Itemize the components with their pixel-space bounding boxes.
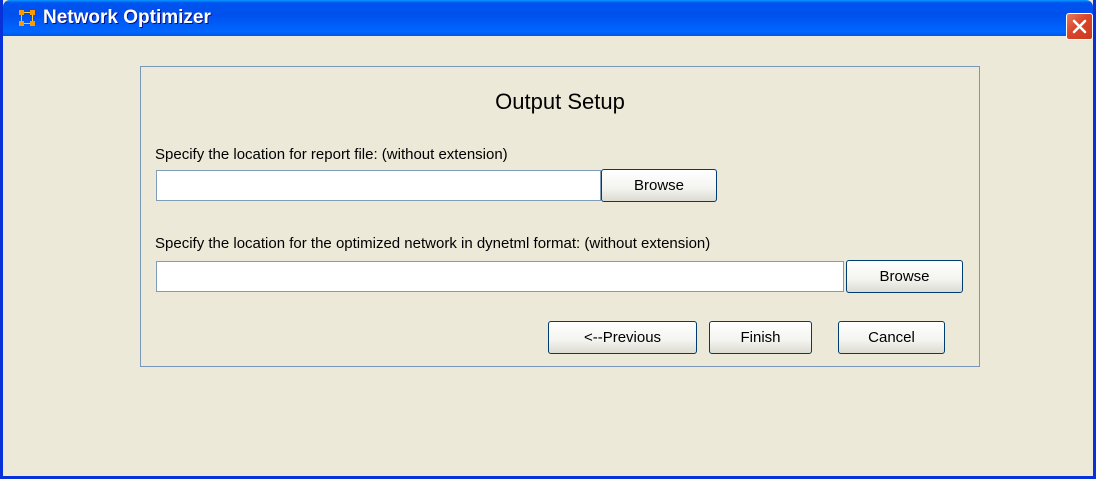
- report-location-input[interactable]: [156, 170, 601, 201]
- network-location-input[interactable]: [156, 261, 844, 292]
- network-grid-icon: [19, 10, 35, 26]
- title-bar[interactable]: Network Optimizer: [3, 0, 1093, 40]
- network-location-label: Specify the location for the optimized n…: [155, 235, 711, 252]
- dialog-window: Network Optimizer Output Setup Specify t…: [0, 0, 1096, 479]
- report-browse-button[interactable]: Browse: [601, 169, 717, 202]
- network-browse-button[interactable]: Browse: [846, 260, 963, 293]
- close-icon: [1072, 19, 1087, 34]
- report-location-label: Specify the location for report file: (w…: [155, 146, 508, 163]
- previous-button[interactable]: <--Previous: [548, 321, 697, 354]
- window-title: Network Optimizer: [43, 7, 211, 28]
- panel-heading: Output Setup: [495, 89, 625, 114]
- cancel-button[interactable]: Cancel: [838, 321, 945, 354]
- close-button[interactable]: [1066, 13, 1093, 40]
- finish-button[interactable]: Finish: [709, 321, 812, 354]
- output-setup-panel: Output Setup Specify the location for re…: [140, 66, 980, 367]
